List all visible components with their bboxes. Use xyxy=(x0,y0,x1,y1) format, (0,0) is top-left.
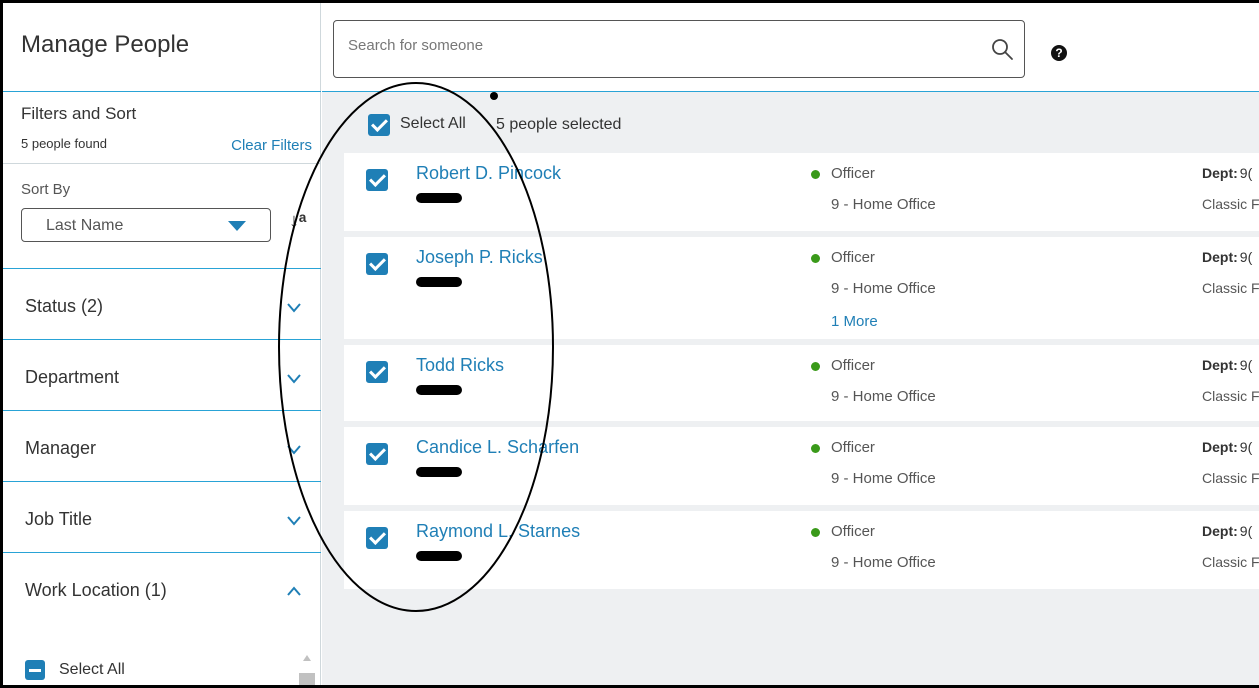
caret-down-icon xyxy=(228,221,246,231)
redacted-employee-id xyxy=(416,385,462,395)
filter-section-label: Manager xyxy=(25,438,97,458)
select-all-label[interactable]: Select All xyxy=(400,115,466,133)
redacted-employee-id xyxy=(416,467,462,477)
chevron-down-icon[interactable] xyxy=(286,441,302,457)
sidebar-divider xyxy=(3,163,321,164)
sidebar-divider xyxy=(3,91,321,92)
person-extra-info: Classic F xyxy=(1202,280,1259,296)
filter-section-label: Job Title xyxy=(25,509,93,529)
department-value: 9( xyxy=(1239,249,1253,265)
person-checkbox[interactable] xyxy=(366,253,388,275)
sort-by-value: Last Name xyxy=(46,217,124,234)
people-found-count: 5 people found xyxy=(21,136,108,151)
selected-count: 5 people selected xyxy=(496,116,622,133)
filter-section[interactable]: Work Location (1) xyxy=(3,552,321,624)
app-window: Manage People Filters and Sort 5 people … xyxy=(0,0,1259,688)
person-checkbox[interactable] xyxy=(366,169,388,191)
status-dot-icon xyxy=(811,362,820,371)
question-circle-icon[interactable]: ? xyxy=(1051,45,1067,61)
person-name-link[interactable]: Candice L. Scharfen xyxy=(416,437,579,458)
person-status: Officer xyxy=(831,249,875,266)
sort-by-select[interactable]: Last Name xyxy=(21,208,271,242)
select-all-checkbox[interactable] xyxy=(368,114,390,136)
person-location: 9 - Home Office xyxy=(831,470,936,487)
department-value: 9( xyxy=(1239,165,1253,181)
scroll-up-arrow-icon[interactable] xyxy=(303,655,311,661)
person-name-link[interactable]: Robert D. Pincock xyxy=(416,163,561,184)
department-value: 9( xyxy=(1239,357,1253,373)
person-department: Dept: 9( xyxy=(1202,165,1252,181)
person-name-link[interactable]: Todd Ricks xyxy=(416,355,504,376)
person-location: 9 - Home Office xyxy=(831,196,936,213)
person-extra-info: Classic F xyxy=(1202,388,1259,404)
search-icon[interactable] xyxy=(990,37,1014,61)
person-location: 9 - Home Office xyxy=(831,280,936,297)
filter-section-label: Status (2) xyxy=(25,296,104,316)
department-label: Dept: xyxy=(1202,357,1238,373)
chevron-down-icon[interactable] xyxy=(286,370,302,386)
filter-section[interactable]: Department xyxy=(3,339,321,411)
person-status: Officer xyxy=(831,165,875,182)
filter-section[interactable]: Manager xyxy=(3,410,321,482)
person-card[interactable]: Joseph P. Ricks Officer 9 - Home Office 1 M… xyxy=(344,237,1259,339)
person-card[interactable]: Robert D. Pincock Officer 9 - Home Office D… xyxy=(344,153,1259,231)
person-extra-info: Classic F xyxy=(1202,554,1259,570)
filter-section-label: Work Location (1) xyxy=(25,580,167,600)
person-card[interactable]: Raymond L. Starnes Officer 9 - Home Office… xyxy=(344,511,1259,589)
people-list-panel: Select All 5 people selected Robert D. P… xyxy=(322,91,1259,685)
person-department: Dept: 9( xyxy=(1202,249,1252,265)
department-label: Dept: xyxy=(1202,165,1238,181)
status-dot-icon xyxy=(811,170,820,179)
person-location: 9 - Home Office xyxy=(831,388,936,405)
clear-filters-link[interactable]: Clear Filters xyxy=(231,137,312,154)
filters-title: Filters and Sort xyxy=(21,104,137,123)
person-status: Officer xyxy=(831,439,875,456)
person-name-link[interactable]: Joseph P. Ricks xyxy=(416,247,543,268)
filters-sidebar: Manage People Filters and Sort 5 people … xyxy=(3,3,321,685)
person-name-link[interactable]: Raymond L. Starnes xyxy=(416,521,580,542)
work-location-scrollbar[interactable] xyxy=(299,653,315,685)
person-card[interactable]: Candice L. Scharfen Officer 9 - Home Offic… xyxy=(344,427,1259,505)
filter-section-label: Department xyxy=(25,367,120,387)
status-dot-icon xyxy=(811,254,820,263)
work-location-select-all-label: Select All xyxy=(59,661,125,678)
search-input[interactable] xyxy=(348,37,968,54)
search-box[interactable] xyxy=(333,20,1025,78)
chevron-up-icon[interactable] xyxy=(286,583,302,599)
page-title: Manage People xyxy=(21,31,190,58)
chevron-down-icon[interactable] xyxy=(286,512,302,528)
sort-alpha-ascending-icon[interactable]: ↓ᵃ xyxy=(289,210,307,233)
filter-section[interactable]: Job Title xyxy=(3,481,321,553)
person-status: Officer xyxy=(831,357,875,374)
department-label: Dept: xyxy=(1202,523,1238,539)
person-location: 9 - Home Office xyxy=(831,554,936,571)
person-checkbox[interactable] xyxy=(366,361,388,383)
scroll-thumb[interactable] xyxy=(299,673,315,685)
chevron-down-icon[interactable] xyxy=(286,299,302,315)
filter-section[interactable]: Status (2) xyxy=(3,268,321,340)
redacted-employee-id xyxy=(416,551,462,561)
person-card[interactable]: Todd Ricks Officer 9 - Home Office Dept: 9( C… xyxy=(344,345,1259,421)
indeterminate-checkbox-icon[interactable] xyxy=(25,660,45,680)
more-locations-link[interactable]: 1 More xyxy=(831,313,878,330)
person-department: Dept: 9( xyxy=(1202,523,1252,539)
redacted-employee-id xyxy=(416,277,462,287)
person-status: Officer xyxy=(831,523,875,540)
department-value: 9( xyxy=(1239,439,1253,455)
sort-by-label: Sort By xyxy=(21,181,71,198)
person-extra-info: Classic F xyxy=(1202,470,1259,486)
redacted-employee-id xyxy=(416,193,462,203)
person-department: Dept: 9( xyxy=(1202,357,1252,373)
department-label: Dept: xyxy=(1202,249,1238,265)
person-checkbox[interactable] xyxy=(366,443,388,465)
person-checkbox[interactable] xyxy=(366,527,388,549)
status-dot-icon xyxy=(811,528,820,537)
department-value: 9( xyxy=(1239,523,1253,539)
person-extra-info: Classic F xyxy=(1202,196,1259,212)
person-department: Dept: 9( xyxy=(1202,439,1252,455)
status-dot-icon xyxy=(811,444,820,453)
department-label: Dept: xyxy=(1202,439,1238,455)
